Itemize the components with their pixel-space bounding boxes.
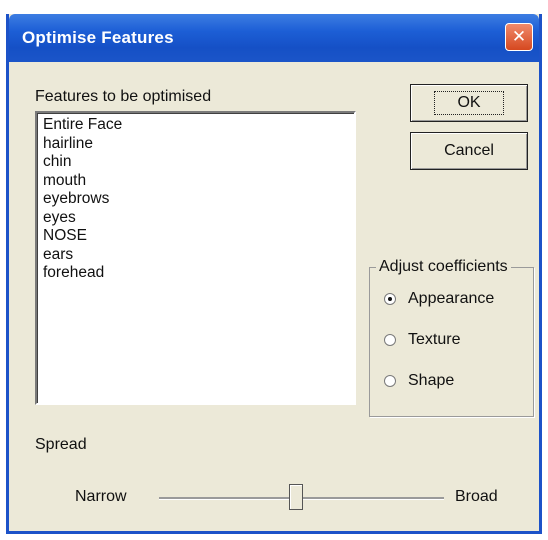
list-item[interactable]: eyes	[43, 209, 354, 228]
close-button[interactable]: ✕	[505, 23, 533, 51]
radio-texture-label: Texture	[408, 331, 461, 348]
list-item[interactable]: chin	[43, 153, 354, 172]
list-item[interactable]: eyebrows	[43, 190, 354, 209]
radio-shape[interactable]: Shape	[384, 372, 454, 390]
list-item[interactable]: forehead	[43, 264, 354, 283]
features-label: Features to be optimised	[35, 88, 212, 105]
optimise-features-dialog: Optimise Features ✕ Features to be optim…	[6, 14, 542, 534]
spread-label: Spread	[35, 436, 87, 453]
ok-button[interactable]: OK	[410, 84, 528, 122]
cancel-button[interactable]: Cancel	[410, 132, 528, 170]
features-listbox[interactable]: Entire Face hairline chin mouth eyebrows…	[35, 111, 356, 405]
dialog-title: Optimise Features	[22, 28, 174, 47]
radio-unchecked-icon	[384, 375, 396, 387]
radio-unchecked-icon	[384, 334, 396, 346]
cancel-button-label: Cancel	[444, 142, 494, 159]
spread-slider-thumb[interactable]	[288, 484, 303, 510]
radio-appearance-label: Appearance	[408, 290, 495, 307]
spread-min-label: Narrow	[75, 488, 127, 505]
list-item[interactable]: Entire Face	[43, 116, 354, 135]
list-item[interactable]: hairline	[43, 135, 354, 154]
radio-checked-icon	[384, 293, 396, 305]
adjust-coefficients-group: Adjust coefficients Appearance Texture S…	[369, 258, 534, 417]
radio-appearance[interactable]: Appearance	[384, 290, 494, 308]
list-item[interactable]: NOSE	[43, 227, 354, 246]
adjust-coefficients-label: Adjust coefficients	[376, 258, 511, 276]
ok-button-label: OK	[434, 91, 504, 115]
radio-texture[interactable]: Texture	[384, 331, 460, 349]
close-icon: ✕	[511, 27, 527, 46]
title-bar[interactable]: Optimise Features ✕	[9, 14, 539, 62]
list-item[interactable]: ears	[43, 246, 354, 265]
radio-shape-label: Shape	[408, 372, 455, 389]
list-item[interactable]: mouth	[43, 172, 354, 191]
spread-max-label: Broad	[455, 488, 498, 505]
